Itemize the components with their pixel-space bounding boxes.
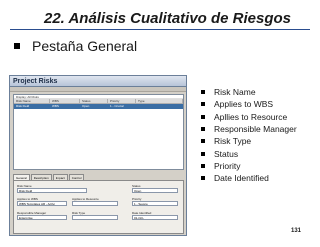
risk-type-input[interactable] <box>72 215 118 220</box>
list-item-text: Apllies to Resource <box>214 111 288 122</box>
bullet-square-icon <box>201 114 205 119</box>
table-cell <box>136 104 183 109</box>
risk-name-field: Risk Name Risk Field <box>17 184 87 193</box>
list-item-text: Risk Name <box>214 87 256 98</box>
table-cell: Risk Field <box>16 104 30 108</box>
bullet-square-icon <box>14 43 20 49</box>
table-cell: Open <box>82 104 90 108</box>
status-field: Status Open <box>132 184 178 193</box>
table-row[interactable]: Risk Field WBS Open 1 - Crucial <box>14 104 183 109</box>
fields-list: Risk Name Applies to WBS Apllies to Reso… <box>201 86 297 184</box>
window-toolbar <box>10 87 186 92</box>
main-bullet-text: Pestaña General <box>32 38 138 54</box>
risk-name-input[interactable]: Risk Field <box>17 188 87 193</box>
list-item-text: Status <box>214 148 239 159</box>
bullet-square-icon <box>201 139 205 144</box>
applies-resource-field: Applies to Resource <box>72 197 118 206</box>
column-header[interactable]: Priority <box>108 99 136 103</box>
list-item: Risk Type <box>201 135 297 147</box>
list-item: Status <box>201 147 297 159</box>
applies-resource-input[interactable] <box>72 201 118 206</box>
column-header[interactable]: WBS <box>50 99 80 103</box>
project-risks-window: Project Risks Display: All Risks Risk Na… <box>9 75 187 236</box>
applies-wbs-field: Applies to WBS WBS Templates AR - Activi <box>17 197 67 206</box>
general-tab-form: Risk Name Risk Field Status Open Applies… <box>13 180 184 234</box>
risk-type-field: Risk Type <box>72 211 118 220</box>
bullet-square-icon <box>201 102 205 107</box>
list-item: Apllies to Resource <box>201 111 297 123</box>
applies-wbs-input[interactable]: WBS Templates AR - Activi <box>17 201 67 206</box>
list-item-text: Date Identified <box>214 173 269 184</box>
date-identified-field: Date Identified 01-Oct- <box>132 211 178 220</box>
table-cell: WBS <box>52 104 59 108</box>
bullet-square-icon <box>201 90 205 95</box>
table-cell: 1 - Crucial <box>110 104 124 108</box>
list-item-text: Responsible Manager <box>214 124 297 135</box>
risks-grid: Display: All Risks Risk Name WBS Status … <box>13 94 184 170</box>
window-title: Project Risks <box>10 76 186 87</box>
responsible-manager-input[interactable]: Enterprise <box>17 215 67 220</box>
responsible-manager-field: Responsible Manager Enterprise <box>17 211 67 220</box>
page-number: 131 <box>291 228 302 234</box>
list-item-text: Applies to WBS <box>214 99 274 110</box>
list-item: Responsible Manager <box>201 123 297 135</box>
list-item: Applies to WBS <box>201 98 297 110</box>
list-item-text: Risk Type <box>214 136 252 147</box>
priority-field: Priority 1 - Severe <box>132 197 178 206</box>
list-item: Priority <box>201 160 297 172</box>
bullet-square-icon <box>201 176 205 181</box>
bullet-square-icon <box>201 127 205 132</box>
bullet-square-icon <box>201 151 205 156</box>
list-item-text: Priority <box>214 160 241 171</box>
column-header[interactable]: Risk Name <box>14 99 50 103</box>
column-header[interactable]: Type <box>136 99 183 103</box>
title-divider <box>10 29 310 30</box>
slide-title: 22. Análisis Cualitativo de Riesgos <box>44 10 292 27</box>
list-item: Risk Name <box>201 86 297 98</box>
priority-select[interactable]: 1 - Severe <box>132 201 178 206</box>
list-item: Date Identified <box>201 172 297 184</box>
status-select[interactable]: Open <box>132 188 178 193</box>
date-identified-input[interactable]: 01-Oct- <box>132 215 178 220</box>
bullet-square-icon <box>201 163 205 168</box>
column-header[interactable]: Status <box>80 99 108 103</box>
main-bullet: Pestaña General <box>14 38 137 54</box>
